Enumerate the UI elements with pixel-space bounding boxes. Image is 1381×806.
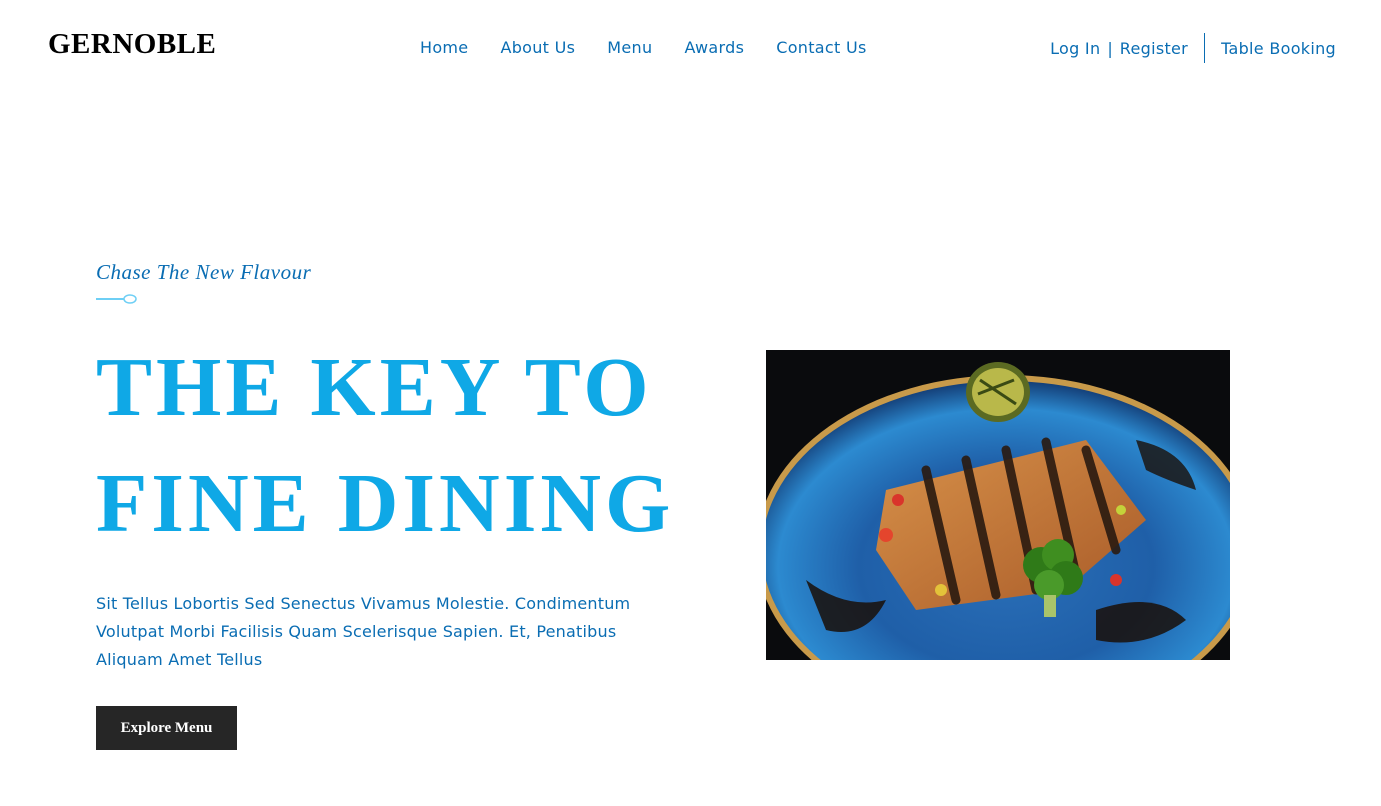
vertical-divider — [1204, 33, 1206, 63]
table-booking-link[interactable]: Table Booking — [1221, 39, 1336, 58]
hero-headline: THE KEY TO FINE DINING — [96, 330, 736, 562]
login-link[interactable]: Log In — [1050, 39, 1100, 58]
auth-links: Log In | Register Table Booking — [1050, 33, 1336, 63]
hero-description: Sit Tellus Lobortis Sed Senectus Vivamus… — [96, 594, 631, 669]
nav-contact-us[interactable]: Contact Us — [776, 38, 866, 57]
headline-line-1: THE KEY TO — [96, 341, 653, 434]
nav-awards[interactable]: Awards — [684, 38, 744, 57]
headline-line-2: FINE DINING — [96, 457, 675, 550]
main-nav: Home About Us Menu Awards Contact Us — [420, 38, 899, 57]
auth-separator: | — [1107, 38, 1113, 58]
register-link[interactable]: Register — [1120, 39, 1188, 58]
nav-menu[interactable]: Menu — [607, 38, 652, 57]
hero-tagline: Chase The New Flavour — [96, 260, 312, 284]
logo[interactable]: GERNOBLE — [48, 28, 216, 61]
nav-about-us[interactable]: About Us — [500, 38, 575, 57]
nav-home[interactable]: Home — [420, 38, 468, 57]
grilled-fish-dish-image — [766, 350, 1230, 660]
explore-menu-button[interactable]: Explore Menu — [96, 706, 237, 750]
dish-illustration — [766, 350, 1230, 660]
spoon-icon — [96, 294, 137, 304]
site-header: GERNOBLE Home About Us Menu Awards Conta… — [0, 0, 1381, 96]
